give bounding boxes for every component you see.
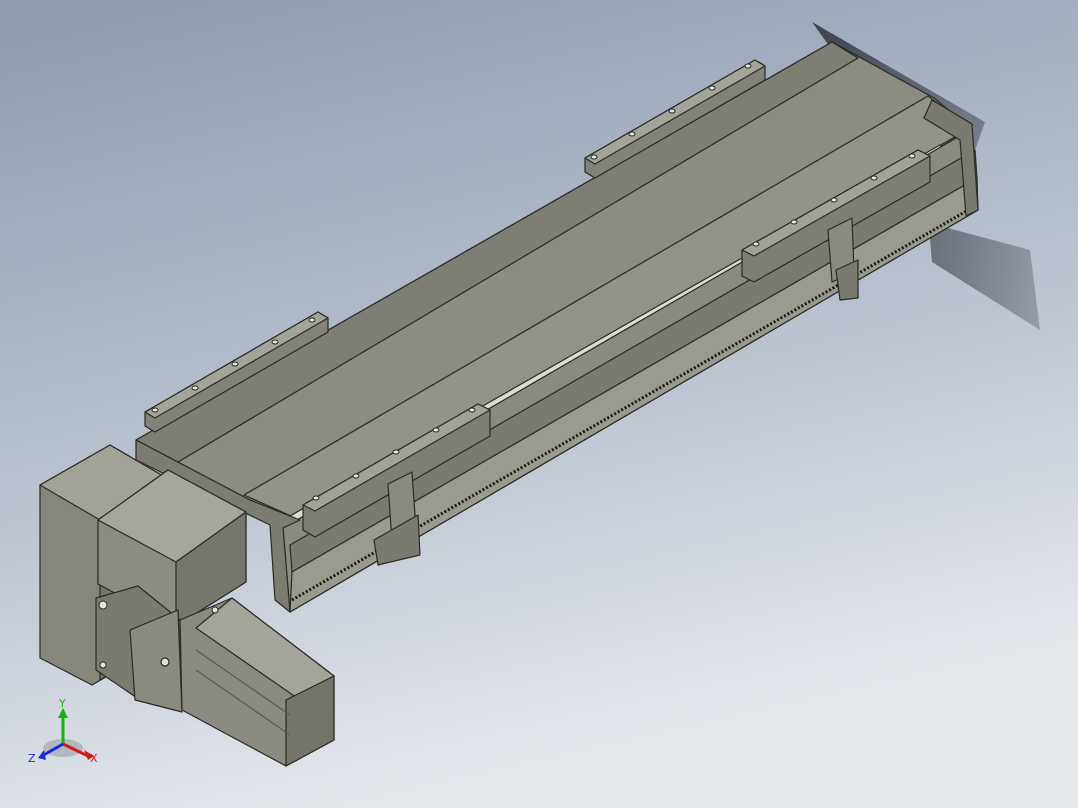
cad-viewport[interactable]: Y X Z — [0, 0, 1078, 808]
z-axis-label: Z — [28, 752, 36, 765]
y-axis-label: Y — [58, 697, 66, 710]
model-scene[interactable]: Y X Z — [0, 0, 1078, 808]
x-axis-label: X — [90, 752, 98, 765]
